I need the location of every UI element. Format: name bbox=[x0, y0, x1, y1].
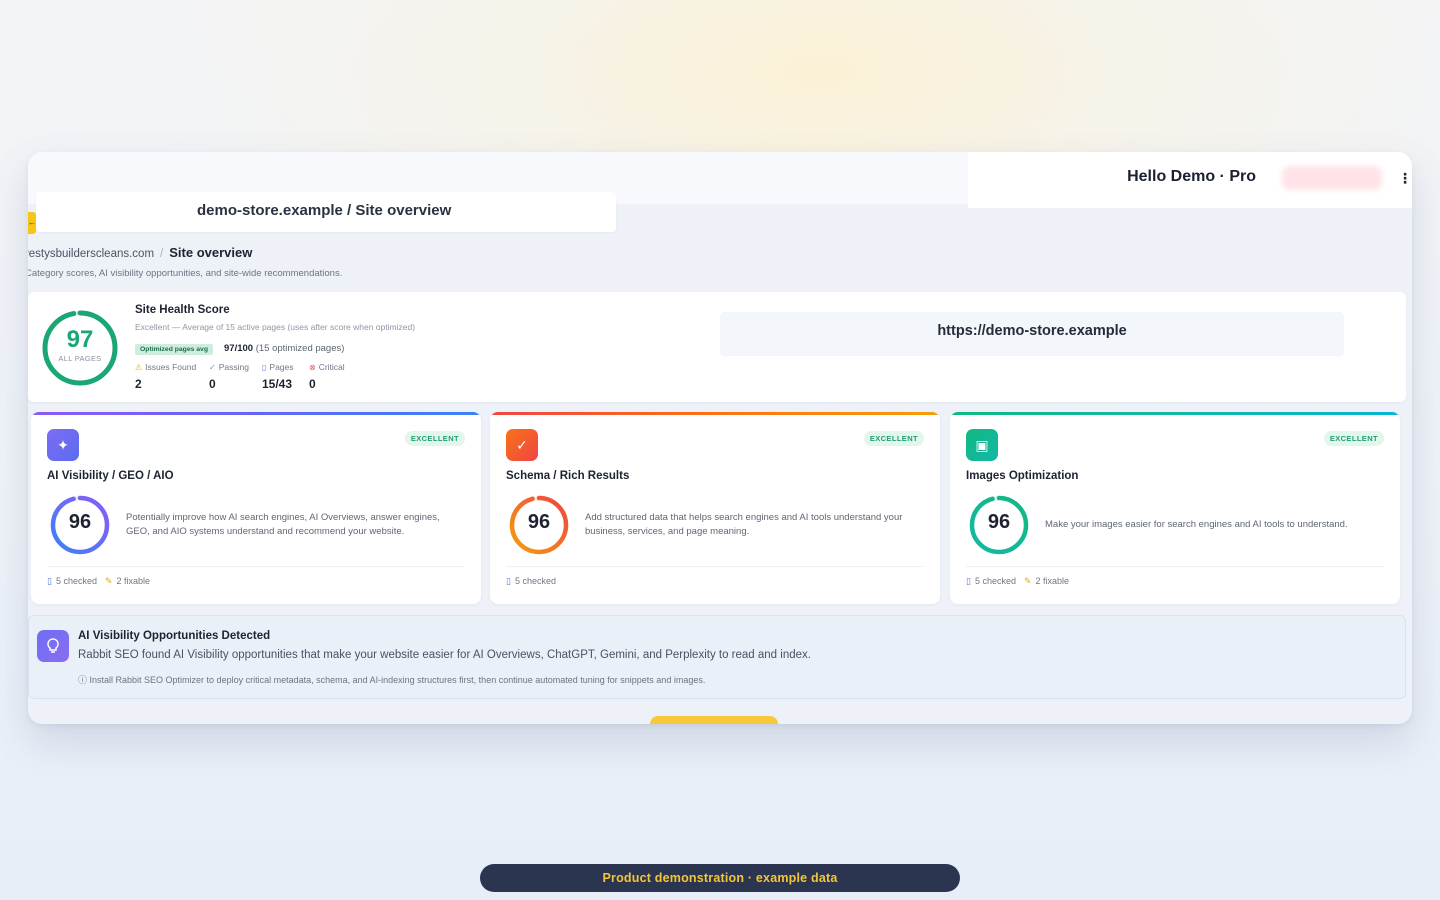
card-score: 96 bbox=[68, 511, 92, 533]
site-health-gauge: 97 ALL PAGES bbox=[40, 308, 120, 388]
card-footer: ▯ 5 checked ✎ 2 fixable bbox=[47, 576, 150, 587]
card-footer: ▯ 5 checked bbox=[506, 576, 556, 587]
demo-banner: Product demonstration · example data bbox=[480, 864, 960, 892]
card-score-gauge: 96 bbox=[968, 494, 1030, 556]
page-title: demo-store.example / Site overview bbox=[197, 202, 452, 219]
page-subtitle: Category scores, AI visibility opportuni… bbox=[28, 268, 343, 279]
stat-passing: ✓ Passing 0 bbox=[209, 362, 249, 391]
card-score: 96 bbox=[527, 511, 551, 533]
card-accent-bar bbox=[490, 412, 940, 415]
score-note: (15 optimized pages) bbox=[255, 343, 345, 354]
opportunities-text: Rabbit SEO found AI Visibility opportuni… bbox=[78, 649, 811, 661]
card-title: Images Optimization bbox=[966, 470, 1079, 482]
site-health-title: Site Health Score bbox=[135, 304, 230, 316]
card-divider bbox=[966, 566, 1384, 567]
more-menu-icon[interactable]: ⋮ bbox=[1398, 170, 1412, 187]
status-badge: EXCELLENT bbox=[863, 431, 924, 446]
breadcrumb: vestysbuilderscleans.com / Site overview bbox=[28, 245, 252, 260]
ai-opportunities-panel: AI Visibility Opportunities Detected Rab… bbox=[28, 615, 1406, 699]
site-url[interactable]: https://demo-store.example bbox=[720, 323, 1344, 339]
account-area: Hello Demo · Pro ⋮ bbox=[968, 152, 1412, 208]
checked-count: 5 checked bbox=[974, 576, 1016, 586]
warning-icon: ⚠ bbox=[135, 363, 143, 372]
stat-value: 2 bbox=[135, 377, 142, 391]
document-icon: ▯ bbox=[506, 576, 511, 586]
sparkles-icon: ✦ bbox=[47, 429, 79, 461]
stat-issues: ⚠ Issues Found 2 bbox=[135, 362, 196, 391]
card-description: Potentially improve how AI search engine… bbox=[126, 512, 440, 537]
check-circle-icon: ✓ bbox=[209, 363, 216, 372]
document-icon: ▯ bbox=[262, 363, 267, 372]
upgrade-button[interactable] bbox=[1282, 166, 1382, 190]
status-badge: EXCELLENT bbox=[1323, 431, 1384, 446]
back-arrow-icon[interactable]: ← bbox=[28, 212, 36, 234]
card-score-gauge: 96 bbox=[49, 494, 111, 556]
card-title: Schema / Rich Results bbox=[506, 470, 630, 482]
opportunities-note: ⓘ Install Rabbit SEO Optimizer to deploy… bbox=[78, 673, 705, 686]
stat-value: 15/43 bbox=[262, 377, 293, 391]
optimized-avg-chip: Optimized pages avg bbox=[135, 344, 213, 355]
user-greeting[interactable]: Hello Demo · Pro bbox=[1127, 168, 1256, 186]
checked-count: 5 checked bbox=[514, 576, 556, 586]
score-fraction: 97/100 bbox=[224, 343, 254, 354]
card-images[interactable]: ▣ EXCELLENT Images Optimization 96 Make … bbox=[950, 412, 1400, 604]
wand-icon: ✎ bbox=[1023, 576, 1032, 586]
card-score-gauge: 96 bbox=[508, 494, 570, 556]
breadcrumb-site-link[interactable]: vestysbuilderscleans.com bbox=[28, 248, 154, 260]
stat-value: 0 bbox=[209, 377, 216, 391]
badge-check-icon: ✓ bbox=[506, 429, 538, 461]
app-window: Hello Demo · Pro ⋮ demo-store.example / … bbox=[28, 152, 1412, 724]
card-description: Add structured data that helps search en… bbox=[585, 512, 903, 537]
stat-label: Critical bbox=[318, 362, 345, 372]
stat-value: 0 bbox=[309, 377, 316, 391]
install-button[interactable] bbox=[650, 716, 778, 724]
card-accent-bar bbox=[950, 412, 1400, 415]
card-ai-visibility[interactable]: ✦ EXCELLENT AI Visibility / GEO / AIO 96… bbox=[31, 412, 481, 604]
site-health-score: 97 bbox=[66, 326, 94, 353]
stat-label: Passing bbox=[218, 362, 249, 372]
checked-count: 5 checked bbox=[55, 576, 97, 586]
card-divider bbox=[506, 566, 924, 567]
info-icon: ⓘ bbox=[78, 675, 90, 685]
document-icon: ▯ bbox=[47, 576, 52, 586]
site-health-scope: ALL PAGES bbox=[58, 354, 102, 363]
lightbulb-icon bbox=[37, 630, 69, 662]
stat-label: Issues Found bbox=[145, 362, 197, 372]
card-footer: ▯ 5 checked ✎ 2 fixable bbox=[966, 576, 1069, 587]
stat-critical: ⊗ Critical 0 bbox=[309, 362, 345, 391]
breadcrumb-current: Site overview bbox=[169, 245, 253, 260]
card-divider bbox=[47, 566, 465, 567]
breadcrumb-separator: / bbox=[160, 248, 164, 260]
card-score: 96 bbox=[987, 511, 1011, 533]
site-health-score-text: 97/100 (15 optimized pages) bbox=[224, 343, 344, 354]
stat-label: Pages bbox=[269, 362, 294, 372]
fixable-count: 2 fixable bbox=[116, 576, 151, 586]
stat-pages: ▯ Pages 15/43 bbox=[262, 362, 294, 391]
opportunities-title: AI Visibility Opportunities Detected bbox=[78, 630, 271, 642]
site-health-panel: 97 ALL PAGES Site Health Score Excellent… bbox=[28, 292, 1406, 402]
image-icon: ▣ bbox=[966, 429, 998, 461]
document-icon: ▯ bbox=[966, 576, 971, 586]
card-description: Make your images easier for search engin… bbox=[1045, 519, 1348, 530]
card-schema[interactable]: ✓ EXCELLENT Schema / Rich Results 96 Add… bbox=[490, 412, 940, 604]
card-accent-bar bbox=[31, 412, 481, 415]
fixable-count: 2 fixable bbox=[1035, 576, 1070, 586]
status-badge: EXCELLENT bbox=[404, 431, 465, 446]
x-circle-icon: ⊗ bbox=[309, 363, 316, 372]
card-title: AI Visibility / GEO / AIO bbox=[47, 470, 174, 482]
opportunities-note-text: Install Rabbit SEO Optimizer to deploy c… bbox=[89, 675, 706, 685]
wand-icon: ✎ bbox=[104, 576, 113, 586]
site-health-description: Excellent — Average of 15 active pages (… bbox=[135, 322, 416, 332]
